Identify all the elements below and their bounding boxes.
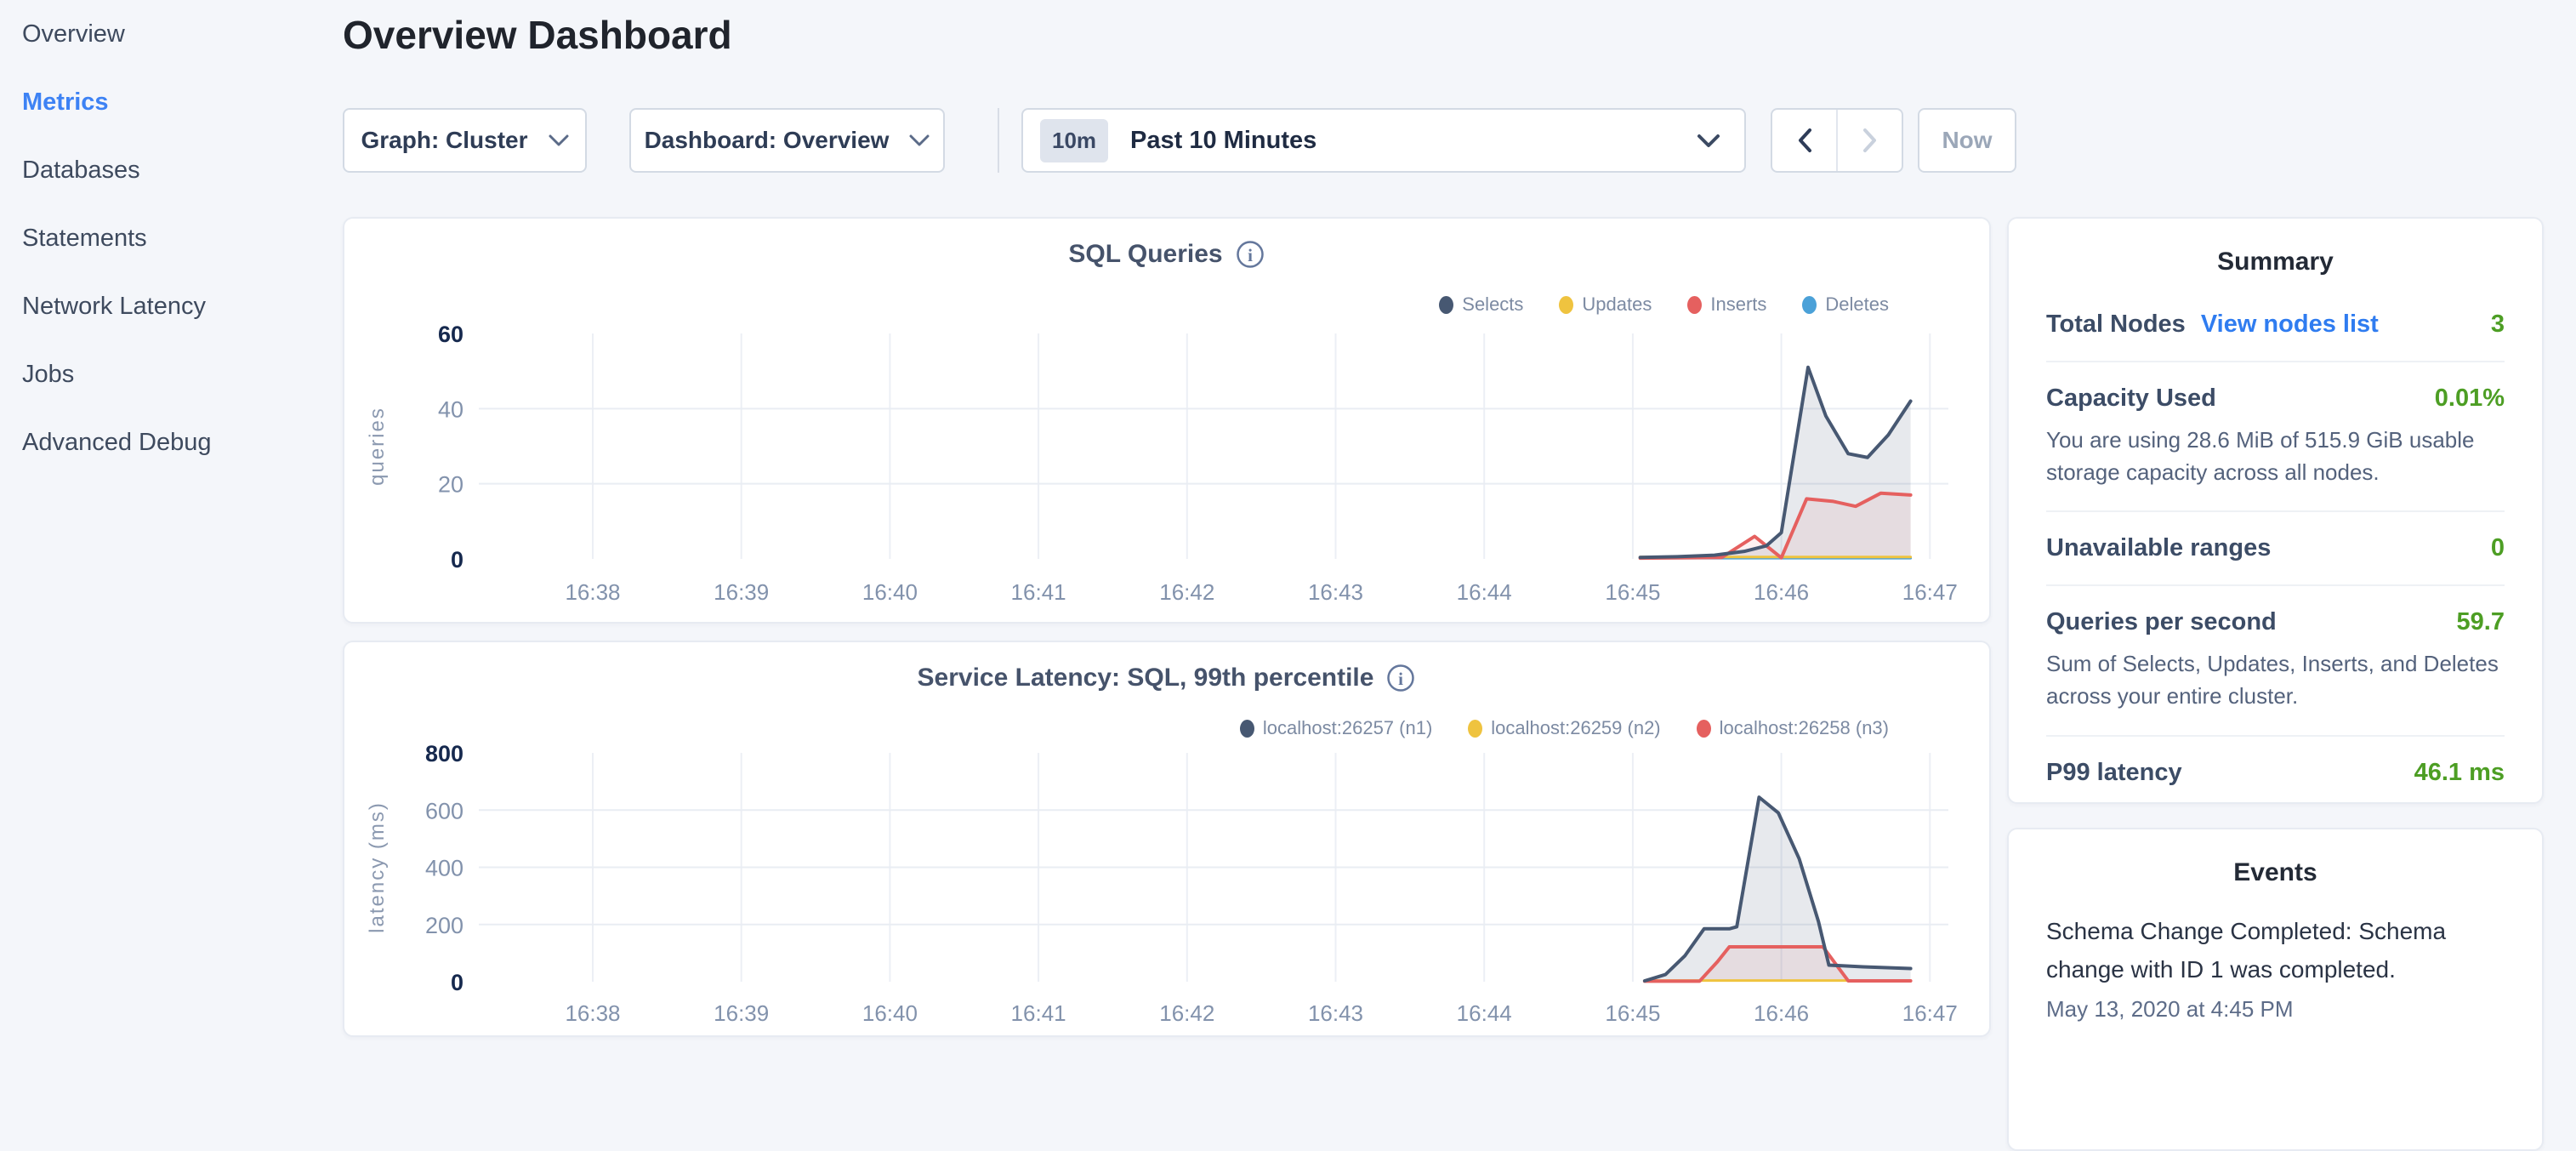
svg-text:16:47: 16:47: [1902, 1000, 1958, 1026]
summary-row-label: Capacity Used: [2046, 385, 2216, 413]
svg-text:20: 20: [438, 472, 463, 498]
summary-row-top: Queries per second 59.7: [2046, 608, 2505, 636]
summary-row-value: 0: [2491, 534, 2505, 562]
svg-text:16:43: 16:43: [1308, 1000, 1363, 1026]
svg-text:16:39: 16:39: [714, 1000, 769, 1026]
svg-text:16:40: 16:40: [862, 1000, 918, 1026]
events-list: Schema Change Completed: Schema change w…: [2009, 913, 2542, 1023]
svg-text:0: 0: [451, 547, 463, 573]
chevron-down-icon: [1697, 134, 1720, 148]
svg-text:16:41: 16:41: [1011, 1000, 1066, 1026]
toolbar-divider: [998, 108, 999, 173]
svg-text:16:44: 16:44: [1457, 1000, 1512, 1026]
svg-text:16:47: 16:47: [1902, 579, 1958, 605]
svg-text:16:42: 16:42: [1159, 1000, 1214, 1026]
svg-text:16:46: 16:46: [1754, 579, 1809, 605]
summary-row: P99 latency 46.1 ms: [2046, 735, 2505, 809]
svg-text:0: 0: [451, 970, 463, 995]
summary-row-top: Capacity Used 0.01%: [2046, 385, 2505, 413]
dashboard-dropdown-label: Dashboard: Overview: [645, 127, 890, 154]
sidebar-nav: OverviewMetricsDatabasesStatementsNetwor…: [0, 0, 340, 476]
chevron-left-icon: [1795, 128, 1814, 153]
previous-timeframe-button[interactable]: [1772, 110, 1836, 171]
summary-row-label: P99 latency: [2046, 759, 2182, 787]
svg-text:60: 60: [438, 322, 463, 347]
summary-row: Capacity Used 0.01% You are using 28.6 MiB…: [2046, 361, 2505, 510]
summary-row-value: 3: [2491, 311, 2505, 339]
event-timestamp: May 13, 2020 at 4:45 PM: [2046, 996, 2505, 1023]
chevron-down-icon: [909, 134, 930, 147]
summary-row-top: Total Nodes View nodes list 3: [2046, 311, 2505, 339]
event-message[interactable]: Schema Change Completed: Schema change w…: [2046, 913, 2505, 989]
summary-row-value: 0.01%: [2435, 385, 2505, 413]
next-timeframe-button[interactable]: [1838, 110, 1902, 171]
sql-queries-chart[interactable]: 16:38 16:39 16:40 16:41 16:42 16:43 16:44 16:45…: [344, 219, 1989, 622]
dashboard-dropdown[interactable]: Dashboard: Overview: [629, 108, 945, 173]
svg-text:16:45: 16:45: [1605, 1000, 1660, 1026]
summary-row-description: Sum of Selects, Updates, Inserts, and De…: [2046, 648, 2505, 712]
sidebar-item-statements[interactable]: Statements: [0, 204, 340, 272]
svg-text:16:46: 16:46: [1754, 1000, 1809, 1026]
summary-row-label: Unavailable ranges: [2046, 534, 2271, 562]
sidebar-item-databases[interactable]: Databases: [0, 136, 340, 204]
chevron-down-icon: [549, 134, 569, 147]
summary-row-top: P99 latency 46.1 ms: [2046, 759, 2505, 787]
sidebar-item-metrics[interactable]: Metrics: [0, 68, 340, 136]
now-button[interactable]: Now: [1918, 108, 2016, 173]
svg-text:200: 200: [425, 913, 463, 938]
svg-text:600: 600: [425, 798, 463, 823]
svg-text:40: 40: [438, 396, 463, 422]
svg-text:400: 400: [425, 856, 463, 881]
summary-row-value: 59.7: [2457, 608, 2505, 636]
time-window-selector[interactable]: 10m Past 10 Minutes: [1021, 108, 1746, 173]
svg-text:16:42: 16:42: [1159, 579, 1214, 605]
page-title: Overview Dashboard: [343, 12, 732, 58]
events-panel: Events Schema Change Completed: Schema c…: [2007, 828, 2544, 1151]
sidebar-item-jobs[interactable]: Jobs: [0, 340, 340, 408]
summary-rows: Total Nodes View nodes list 3 Capacity Used…: [2009, 288, 2542, 809]
summary-row-description: You are using 28.6 MiB of 515.9 GiB usab…: [2046, 425, 2505, 488]
summary-row: Total Nodes View nodes list 3: [2046, 288, 2505, 361]
svg-text:queries: queries: [366, 407, 389, 486]
summary-row-label: Queries per second: [2046, 608, 2277, 636]
sidebar-item-advanced-debug[interactable]: Advanced Debug: [0, 408, 340, 476]
summary-row-value: 46.1 ms: [2414, 759, 2505, 787]
service-latency-chart-panel: Service Latency: SQL, 99th percentile i …: [343, 641, 1991, 1037]
view-nodes-link[interactable]: View nodes list: [2201, 311, 2379, 339]
svg-text:16:38: 16:38: [565, 579, 620, 605]
time-window-badge: 10m: [1040, 119, 1108, 162]
svg-text:latency (ms): latency (ms): [366, 801, 389, 933]
sidebar-item-network-latency[interactable]: Network Latency: [0, 272, 340, 340]
svg-text:16:45: 16:45: [1605, 579, 1660, 605]
graph-dropdown[interactable]: Graph: Cluster: [343, 108, 587, 173]
toolbar: Graph: Cluster Dashboard: Overview 10m P…: [343, 108, 2016, 173]
summary-row-label: Total Nodes: [2046, 311, 2186, 339]
summary-title: Summary: [2009, 248, 2542, 276]
summary-row: Queries per second 59.7 Sum of Selects, Up…: [2046, 584, 2505, 734]
summary-row: Unavailable ranges 0: [2046, 510, 2505, 584]
summary-row-top: Unavailable ranges 0: [2046, 534, 2505, 562]
svg-text:800: 800: [425, 741, 463, 766]
svg-text:16:41: 16:41: [1011, 579, 1066, 605]
graph-dropdown-label: Graph: Cluster: [361, 127, 527, 154]
summary-panel: Summary Total Nodes View nodes list 3 Capac…: [2007, 217, 2544, 804]
svg-text:16:38: 16:38: [565, 1000, 620, 1026]
sidebar: OverviewMetricsDatabasesStatementsNetwor…: [0, 0, 340, 1051]
svg-text:16:39: 16:39: [714, 579, 769, 605]
events-title: Events: [2009, 858, 2542, 887]
time-pager: [1771, 108, 1903, 173]
time-window-label: Past 10 Minutes: [1130, 127, 1316, 155]
svg-text:16:44: 16:44: [1457, 579, 1512, 605]
svg-text:16:43: 16:43: [1308, 579, 1363, 605]
service-latency-chart[interactable]: 16:38 16:39 16:40 16:41 16:42 16:43 16:44 16:45…: [344, 642, 1989, 1035]
sql-queries-chart-panel: SQL Queries i SelectsUpdatesInsertsDelet…: [343, 217, 1991, 624]
chevron-right-icon: [1861, 128, 1879, 153]
svg-text:16:40: 16:40: [862, 579, 918, 605]
sidebar-item-overview[interactable]: Overview: [0, 0, 340, 68]
